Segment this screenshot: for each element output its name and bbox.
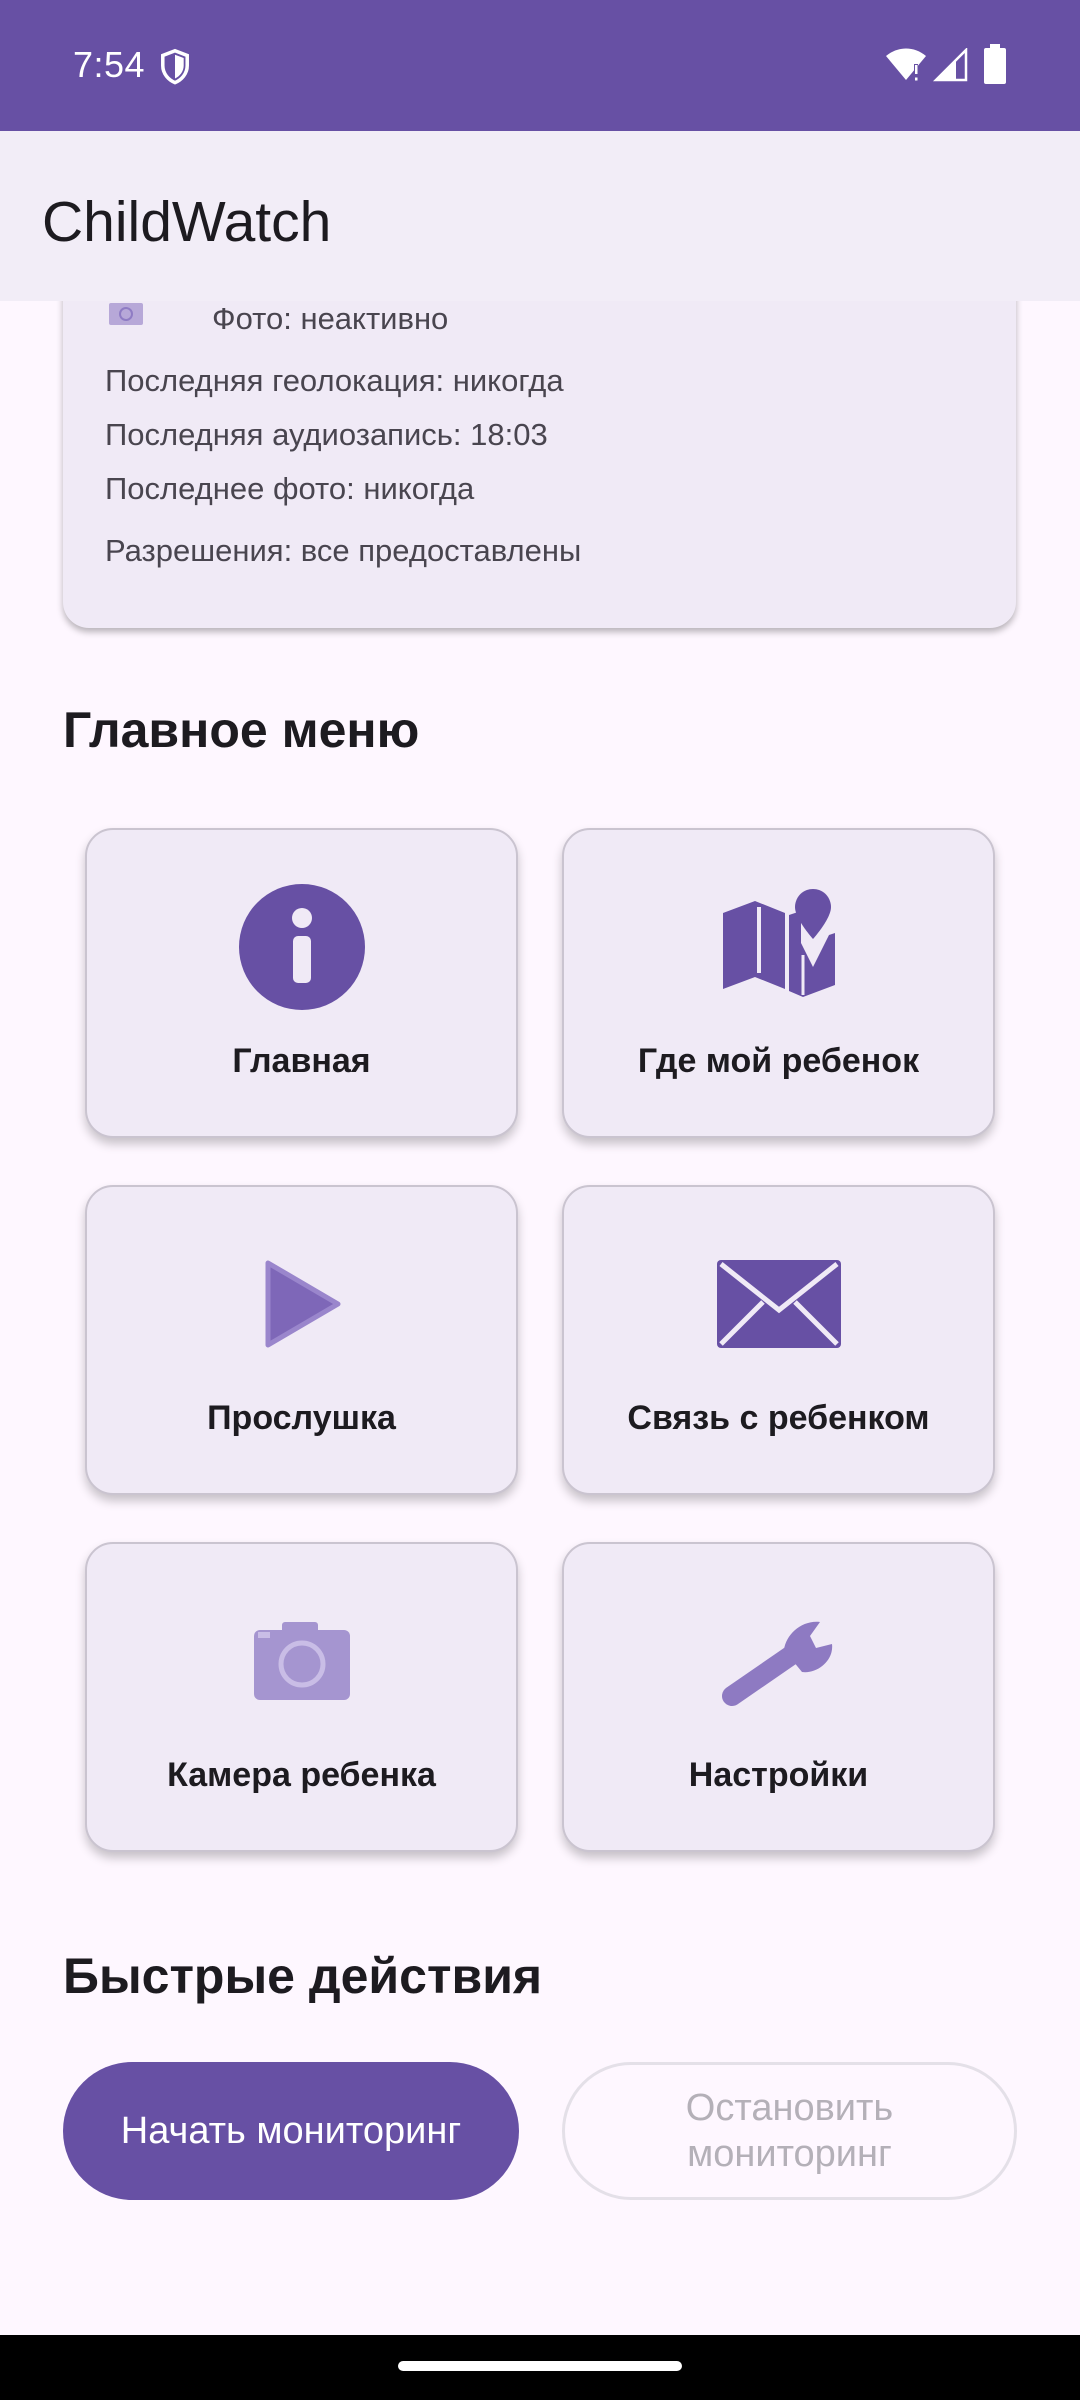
photo-status-text: Фото: неактивно [212,301,449,336]
wifi-icon [886,48,926,81]
menu-tile-message[interactable]: Связь с ребенком [562,1185,995,1495]
menu-tile-home[interactable]: Главная [85,828,518,1138]
battery-icon [984,44,1006,84]
menu-tile-camera[interactable]: Камера ребенка [85,1542,518,1852]
wrench-icon [721,1621,832,1706]
main-scroll-area[interactable]: Фото: неактивно Последняя геолокация: ни… [0,301,1080,2335]
menu-tile-camera-label: Камера ребенка [167,1756,436,1794]
app-title: ChildWatch [42,190,332,254]
start-monitoring-button[interactable]: Начать мониторинг [63,2062,519,2200]
main-menu-title: Главное меню [63,702,420,758]
quick-actions-title: Быстрые действия [63,1948,543,2004]
mail-icon [716,1260,841,1348]
permissions-text: Разрешения: все предоставлены [105,533,582,568]
status-time: 7:54 [73,44,146,85]
app-bar: ChildWatch [0,131,1080,301]
menu-tile-settings[interactable]: Настройки [562,1542,995,1852]
menu-tile-location-label: Где мой ребенок [637,1042,920,1080]
system-nav-bar [0,2335,1080,2400]
photo-icon [109,303,143,325]
menu-tile-location[interactable]: Где мой ребенок [562,828,995,1138]
menu-tile-message-label: Связь с ребенком [627,1399,930,1437]
monitoring-status-card: Фото: неактивно Последняя геолокация: ни… [63,301,1016,628]
last-location-text: Последняя геолокация: никогда [105,363,564,398]
map-icon [722,889,835,997]
shield-icon [161,48,189,85]
status-bar: 7:54 [0,0,1080,131]
info-icon [238,884,365,1010]
last-photo-text: Последнее фото: никогда [105,471,475,506]
camera-icon [253,1622,350,1700]
menu-tile-listen-label: Прослушка [207,1399,396,1437]
menu-tile-home-label: Главная [232,1042,371,1080]
signal-icon [932,48,968,82]
home-gesture-handle[interactable] [398,2361,682,2371]
menu-tile-settings-label: Настройки [688,1756,869,1794]
stop-monitoring-button[interactable]: Остановить мониторинг [562,2062,1017,2200]
play-icon [265,1260,340,1348]
last-audio-text: Последняя аудиозапись: 18:03 [105,417,548,452]
menu-tile-listen[interactable]: Прослушка [85,1185,518,1495]
